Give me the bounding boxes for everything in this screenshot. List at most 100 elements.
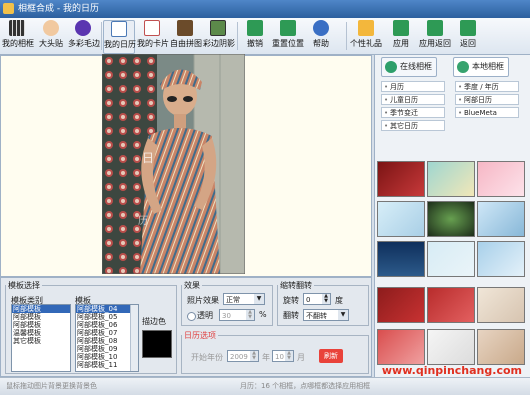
portrait-image: 日 历	[102, 54, 245, 274]
template-list-scrollbar[interactable]	[130, 305, 138, 371]
list-item[interactable]: 阿部模板_08	[76, 337, 138, 345]
spinner-arrows-icon: ▲ ▼	[246, 310, 254, 320]
undo-icon	[247, 20, 263, 36]
title-bar: 相框合成 - 我的日历	[0, 0, 530, 18]
status-bar: 鼠标拖动图片背景更换背景色 月历：16 个相框，点哪框都选择应用相框	[0, 377, 530, 395]
svg-text:历: 历	[138, 215, 148, 227]
list-item[interactable]: 阿部模板_11	[76, 361, 138, 369]
frame-thumbnail[interactable]	[477, 329, 525, 365]
toolbar: 我的相框 大头贴 多彩毛边 我的日历 我的卡片 自由拼图 彩边阴影 撤销 重置位…	[0, 18, 530, 55]
chevron-down-icon: ▼	[254, 294, 264, 304]
apply-icon	[393, 20, 409, 36]
watermark: www.qinpinchang.com	[381, 364, 522, 377]
list-item[interactable]: 阿部模板_09	[76, 345, 138, 353]
toolbar-undo-button[interactable]: 撤销	[242, 20, 268, 52]
folder-icon	[457, 61, 469, 73]
toolbar-help-button[interactable]: 帮助	[308, 20, 334, 52]
photo-preview[interactable]: 日 历	[102, 54, 245, 274]
toolbar-my-card-button[interactable]: 我的卡片	[137, 20, 169, 52]
month-input[interactable]: 10 ▲ ▼	[272, 350, 294, 362]
frame-thumbnail[interactable]	[377, 201, 425, 237]
start-year-label: 开始年份	[191, 353, 223, 362]
frame-thumbnail[interactable]	[427, 161, 475, 197]
category-children[interactable]: 儿童日历	[381, 94, 445, 106]
toolbar-free-puzzle-button[interactable]: 自由拼图	[170, 20, 202, 52]
tab-online-frames[interactable]: 在线相框	[381, 57, 437, 77]
list-item[interactable]: 其它模板	[12, 337, 70, 345]
list-item[interactable]: 阿部模板_04	[76, 305, 138, 313]
frame-thumbnail[interactable]	[427, 287, 475, 323]
status-hint: 鼠标拖动图片背景更换背景色	[6, 382, 97, 390]
transparency-label: 透明	[197, 311, 213, 320]
sticker-icon	[43, 20, 59, 36]
frame-thumbnail[interactable]	[377, 329, 425, 365]
photo-effect-label: 照片效果	[187, 296, 219, 305]
flip-label: 翻转	[283, 311, 299, 320]
list-item[interactable]: 阿部模板	[12, 321, 70, 329]
list-item[interactable]: 阿部模板_07	[76, 329, 138, 337]
toolbar-color-shadow-button[interactable]: 彩边阴影	[203, 20, 235, 52]
frame-thumbnail[interactable]	[427, 329, 475, 365]
degree-label: 度	[335, 296, 343, 305]
help-icon	[313, 20, 329, 36]
template-type-list[interactable]: 阿部模板 阿部模板 阿部模板 温馨模板 其它模板	[11, 304, 71, 372]
frame-thumbnail[interactable]	[427, 201, 475, 237]
category-quarterly[interactable]: 季度 / 年历	[455, 81, 519, 93]
toolbar-colorful-edge-button[interactable]: 多彩毛边	[68, 20, 100, 52]
toolbar-apply-return-button[interactable]: 应用返回	[418, 20, 452, 52]
apply-return-icon	[427, 20, 443, 36]
svg-text:日: 日	[142, 151, 154, 165]
toolbar-sticker-button[interactable]: 大头贴	[36, 20, 66, 52]
puzzle-icon	[177, 20, 193, 36]
globe-icon	[385, 61, 397, 73]
photo-effect-select[interactable]: 正常 ▼	[223, 293, 265, 305]
transparency-checkbox[interactable]	[187, 312, 196, 321]
category-other[interactable]: 其它日历	[381, 120, 445, 132]
list-item[interactable]: 阿部模板_10	[76, 353, 138, 361]
tab-local-frames[interactable]: 本地相框	[453, 57, 509, 77]
toolbar-back-button[interactable]: 返回	[455, 20, 481, 52]
frame-thumbnail[interactable]	[477, 161, 525, 197]
template-list[interactable]: 阿部模板_04 阿部模板_05 阿部模板_06 阿部模板_07 阿部模板_08 …	[75, 304, 139, 372]
frame-thumbnail[interactable]	[477, 241, 525, 277]
rotate-label: 旋转	[283, 296, 299, 305]
frame-thumbnail[interactable]	[377, 241, 425, 277]
card-icon	[144, 20, 160, 36]
list-item[interactable]: 阿部模板_05	[76, 313, 138, 321]
toolbar-reset-position-button[interactable]: 重置位置	[272, 20, 304, 52]
category-bluemeta[interactable]: BlueMeta	[455, 107, 519, 119]
toolbar-my-frames-button[interactable]: 我的相框	[2, 20, 34, 52]
frame-thumbnail[interactable]	[477, 201, 525, 237]
toolbar-gift-button[interactable]: 个性礼品	[349, 20, 383, 52]
toolbar-separator	[346, 22, 347, 50]
frame-thumbnail[interactable]	[477, 287, 525, 323]
frame-thumbnail[interactable]	[377, 161, 425, 197]
transparency-input[interactable]: 30 ▲ ▼	[219, 309, 255, 321]
flower-icon	[75, 20, 91, 36]
category-abe[interactable]: 阿部日历	[455, 94, 519, 106]
calendar-icon	[111, 21, 127, 37]
spinner-arrows-icon: ▲ ▼	[285, 351, 293, 361]
list-item[interactable]: 温馨模板	[12, 329, 70, 337]
category-seasons[interactable]: 季节变迁	[381, 107, 445, 119]
list-item[interactable]: 阿部模板	[12, 313, 70, 321]
category-monthly[interactable]: 月历	[381, 81, 445, 93]
frame-thumbnail[interactable]	[427, 241, 475, 277]
year-unit-label: 年	[262, 353, 270, 362]
refresh-button[interactable]: 刷新	[319, 349, 343, 363]
list-item[interactable]: 阿部模板_06	[76, 321, 138, 329]
border-color-swatch[interactable]	[142, 330, 172, 358]
film-icon	[9, 20, 25, 36]
toolbar-apply-button[interactable]: 应用	[388, 20, 414, 52]
app-icon	[3, 3, 14, 14]
chevron-down-icon: ▼	[338, 310, 348, 320]
list-item[interactable]: 阿部模板	[12, 305, 70, 313]
year-input[interactable]: 2009 ▲ ▼	[227, 350, 259, 362]
toolbar-separator	[237, 22, 238, 50]
percent-label: %	[259, 310, 267, 319]
toolbar-my-calendar-button[interactable]: 我的日历	[103, 20, 136, 54]
window-title: 相框合成 - 我的日历	[18, 4, 99, 14]
frame-thumbnail[interactable]	[377, 287, 425, 323]
flip-select[interactable]: 不翻转 ▼	[303, 309, 349, 321]
rotate-input[interactable]: 0 ▲ ▼	[303, 293, 331, 305]
